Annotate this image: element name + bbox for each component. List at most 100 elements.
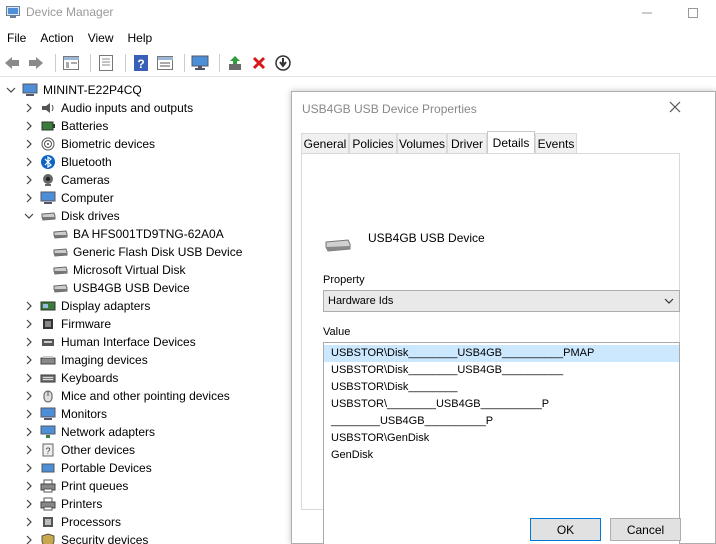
property-select[interactable]: Hardware Ids: [323, 290, 680, 312]
chevron-right-icon[interactable]: [24, 319, 34, 329]
chevron-right-icon[interactable]: [24, 409, 34, 419]
hid-icon: [40, 335, 56, 349]
network-icon: [40, 425, 56, 439]
tab-general[interactable]: General: [301, 133, 349, 153]
chevron-right-icon[interactable]: [24, 499, 34, 509]
tree-item[interactable]: Keyboards: [24, 369, 118, 387]
properties-button[interactable]: [96, 53, 116, 73]
chevron-right-icon[interactable]: [24, 427, 34, 437]
tree-item[interactable]: Bluetooth: [24, 153, 112, 171]
menu-help[interactable]: Help: [121, 27, 160, 49]
tree-item[interactable]: USB4GB USB Device: [42, 279, 190, 297]
tree-item[interactable]: Security devices: [24, 531, 148, 544]
chevron-right-icon[interactable]: [24, 337, 34, 347]
printer-icon: [40, 497, 56, 511]
value-row[interactable]: USBSTOR\Disk________USB4GB__________: [324, 362, 679, 379]
svg-text:?: ?: [137, 57, 144, 71]
value-row[interactable]: USBSTOR\Disk________USB4GB__________PMAP: [324, 345, 679, 362]
back-button[interactable]: [2, 53, 22, 73]
chevron-right-icon[interactable]: [24, 301, 34, 311]
monitor-button[interactable]: [190, 53, 210, 73]
tree-item-label: Processors: [61, 515, 122, 529]
tree-item[interactable]: Disk drives: [24, 207, 120, 225]
uninstall-button[interactable]: [249, 53, 269, 73]
tree-item[interactable]: Display adapters: [24, 297, 150, 315]
disk-drive-icon: [52, 227, 68, 241]
menu-action[interactable]: Action: [33, 27, 80, 49]
tree-item[interactable]: Imaging devices: [24, 351, 148, 369]
close-icon: [669, 101, 681, 113]
chevron-right-icon[interactable]: [24, 175, 34, 185]
ok-button[interactable]: OK: [530, 518, 601, 541]
value-row[interactable]: GenDisk: [324, 447, 679, 464]
cancel-button[interactable]: Cancel: [610, 518, 681, 541]
dialog-close-button[interactable]: [666, 98, 684, 116]
value-row[interactable]: ________USB4GB__________P: [324, 413, 679, 430]
tree-item[interactable]: Processors: [24, 513, 121, 531]
chevron-down-icon[interactable]: [24, 211, 34, 221]
chevron-right-icon[interactable]: [24, 193, 34, 203]
tab-events[interactable]: Events: [535, 133, 577, 153]
show-hide-tree-icon: [63, 56, 79, 70]
value-row[interactable]: USBSTOR\GenDisk: [324, 430, 679, 447]
tree-item[interactable]: Audio inputs and outputs: [24, 99, 193, 117]
tree-item-label: BA HFS001TD9TNG-62A0A: [73, 227, 224, 241]
camera-icon: [40, 173, 56, 187]
chevron-right-icon[interactable]: [24, 373, 34, 383]
chevron-right-icon[interactable]: [24, 103, 34, 113]
tree-item[interactable]: Firmware: [24, 315, 111, 333]
tree-item[interactable]: Human Interface Devices: [24, 333, 196, 351]
tree-item[interactable]: Network adapters: [24, 423, 155, 441]
tab-policies[interactable]: Policies: [349, 133, 397, 153]
tree-item[interactable]: Cameras: [24, 171, 110, 189]
tree-item[interactable]: BA HFS001TD9TNG-62A0A: [42, 225, 224, 243]
help-button[interactable]: ?: [131, 53, 151, 73]
tab-volumes[interactable]: Volumes: [397, 133, 447, 153]
tree-item[interactable]: Biometric devices: [24, 135, 155, 153]
show-hide-tree-button[interactable]: [61, 53, 81, 73]
tree-item-label: USB4GB USB Device: [73, 281, 190, 295]
chevron-right-icon[interactable]: [24, 445, 34, 455]
tree-item[interactable]: Generic Flash Disk USB Device: [42, 243, 242, 261]
value-row[interactable]: USBSTOR\________USB4GB__________P: [324, 396, 679, 413]
value-list[interactable]: USBSTOR\Disk________USB4GB__________PMAP…: [323, 342, 680, 544]
chevron-right-icon[interactable]: [24, 517, 34, 527]
chevron-right-icon[interactable]: [24, 535, 34, 544]
tree-item[interactable]: Monitors: [24, 405, 107, 423]
forward-button[interactable]: [26, 53, 46, 73]
tree-root[interactable]: MININT-E22P4CQ: [6, 81, 142, 99]
chevron-right-icon[interactable]: [24, 121, 34, 131]
view-button[interactable]: [155, 53, 175, 73]
chevron-right-icon[interactable]: [24, 157, 34, 167]
tree-item-label: Batteries: [61, 119, 109, 133]
tree-item[interactable]: Portable Devices: [24, 459, 152, 477]
tree-item[interactable]: Batteries: [24, 117, 108, 135]
chevron-right-icon[interactable]: [24, 391, 34, 401]
chevron-right-icon[interactable]: [24, 481, 34, 491]
tree-item-label: Disk drives: [61, 209, 120, 223]
tree-item[interactable]: Printers: [24, 495, 102, 513]
minimize-button[interactable]: [624, 0, 670, 26]
scan-button[interactable]: [273, 53, 293, 73]
tree-item-label: Bluetooth: [61, 155, 112, 169]
display-adapter-icon: [40, 299, 56, 313]
tree-item[interactable]: Mice and other pointing devices: [24, 387, 230, 405]
chevron-down-icon[interactable]: [6, 85, 16, 95]
menu-view[interactable]: View: [81, 27, 121, 49]
maximize-button[interactable]: [670, 0, 716, 26]
tab-details[interactable]: Details: [487, 131, 535, 153]
chevron-right-icon[interactable]: [24, 355, 34, 365]
tree-item[interactable]: Microsoft Virtual Disk: [42, 261, 185, 279]
tree-item[interactable]: Computer: [24, 189, 114, 207]
chevron-right-icon[interactable]: [24, 139, 34, 149]
disk-drive-icon: [52, 263, 68, 277]
update-driver-button[interactable]: [225, 53, 245, 73]
value-row[interactable]: USBSTOR\Disk________: [324, 379, 679, 396]
chevron-right-icon[interactable]: [24, 463, 34, 473]
scanner-icon: [40, 353, 56, 367]
tab-driver[interactable]: Driver: [447, 133, 487, 153]
toolbar: ?: [0, 50, 716, 77]
menu-file[interactable]: File: [0, 27, 33, 49]
tree-item[interactable]: ? Other devices: [24, 441, 135, 459]
tree-item[interactable]: Print queues: [24, 477, 128, 495]
